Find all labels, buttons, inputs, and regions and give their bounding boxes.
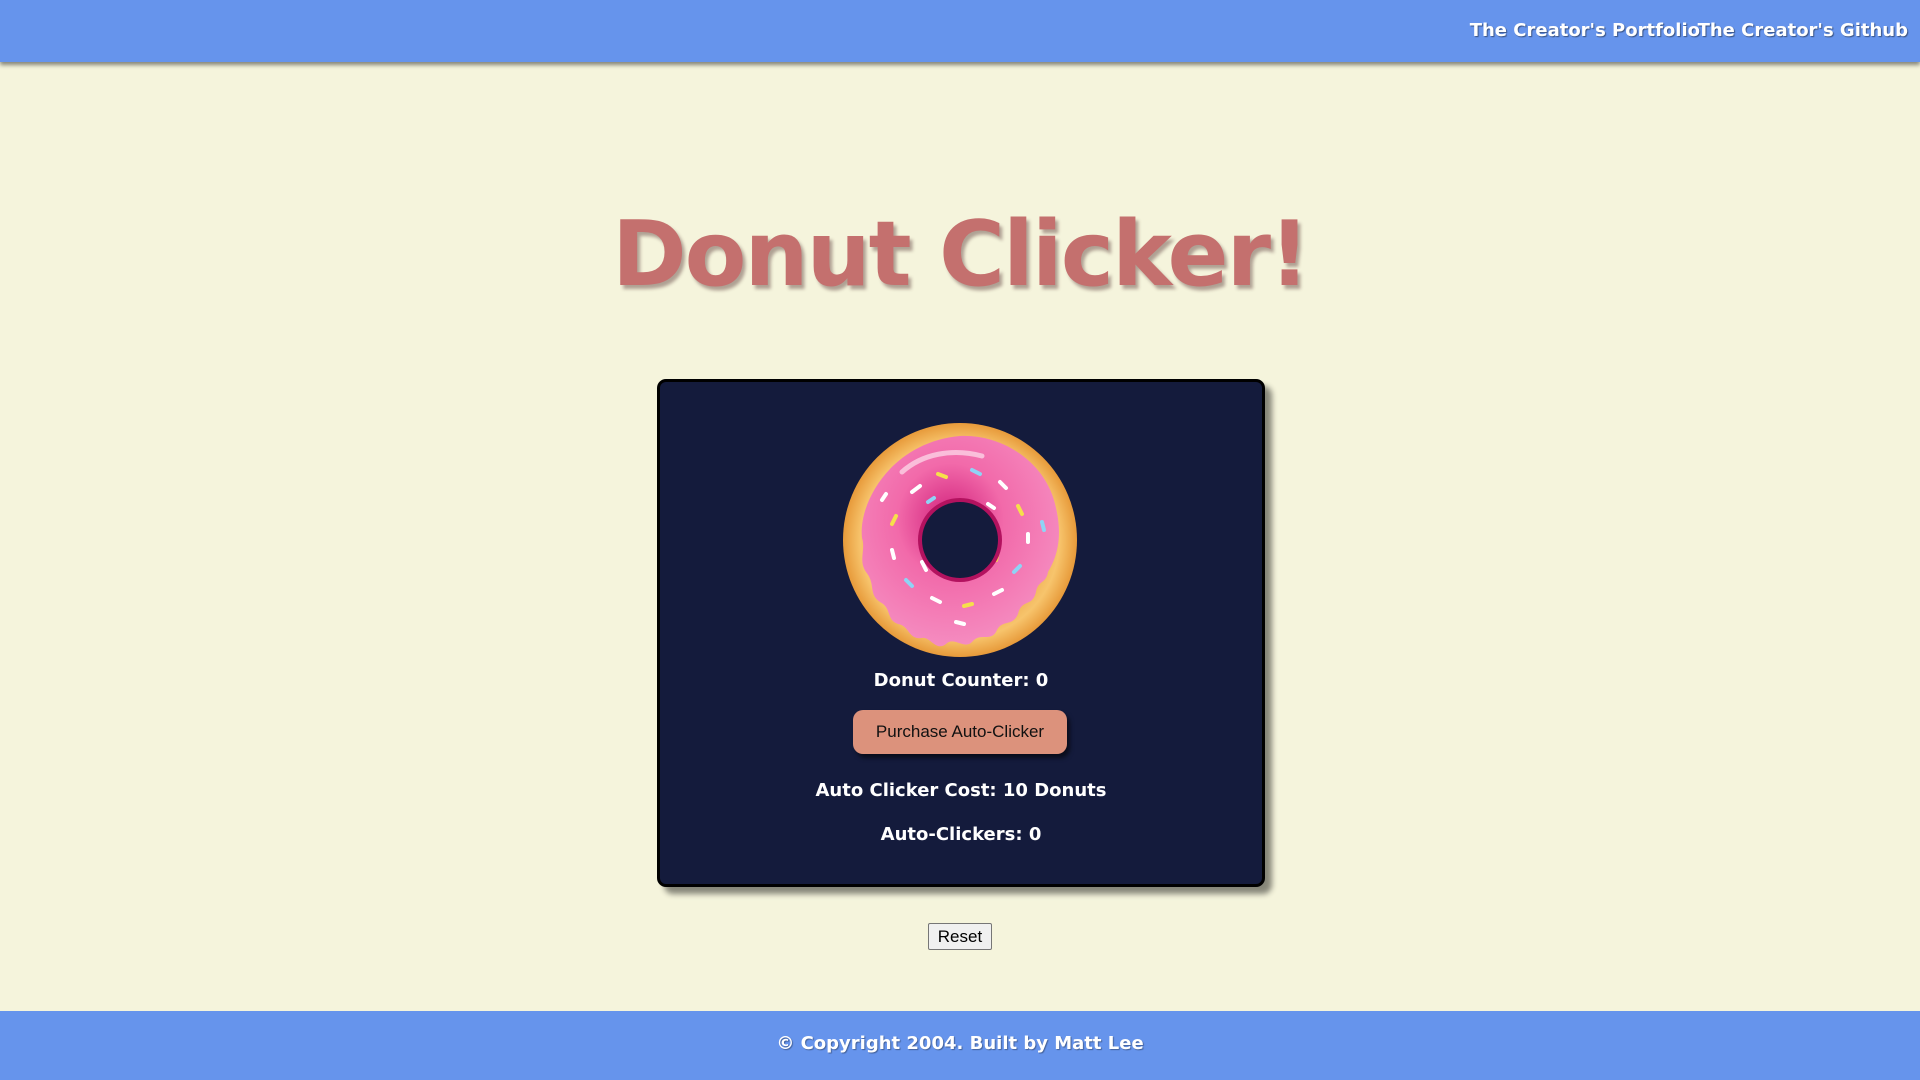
auto-clicker-count: Auto-Clickers: 0 [880, 824, 1042, 845]
footer: © Copyright 2004. Built by Matt Lee [0, 1011, 1920, 1080]
copyright-text: © Copyright 2004. Built by Matt Lee [776, 1033, 1144, 1054]
donut-icon[interactable] [842, 422, 1078, 658]
auto-clicker-cost: Auto Clicker Cost: 10 Donuts [815, 780, 1107, 801]
page-title: Donut Clicker! [611, 202, 1310, 307]
purchase-auto-clicker-button[interactable]: Purchase Auto-Clicker [853, 710, 1067, 754]
top-nav-bar: The Creator's Portfolio The Creator's Gi… [0, 0, 1920, 62]
game-panel: Donut Counter: 0 Purchase Auto-Clicker A… [657, 379, 1265, 887]
reset-button[interactable]: Reset [928, 923, 992, 950]
donut-counter: Donut Counter: 0 [873, 670, 1049, 691]
portfolio-link[interactable]: The Creator's Portfolio [1470, 20, 1700, 41]
github-link[interactable]: The Creator's Github [1698, 20, 1908, 41]
